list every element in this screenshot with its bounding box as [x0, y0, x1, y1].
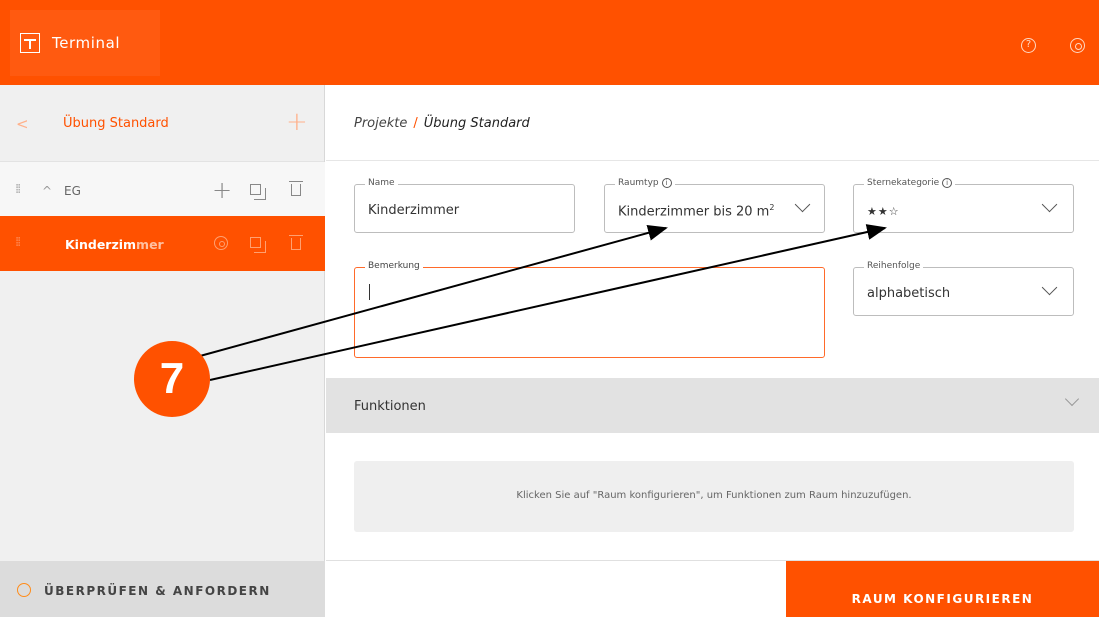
app-logo[interactable]: Terminal: [10, 10, 160, 76]
raumtyp-value: Kinderzimmer bis 20 m2: [618, 203, 774, 219]
breadcrumb-current: Übung Standard: [423, 116, 530, 131]
top-bar: Terminal ?: [0, 0, 1099, 85]
review-request-button[interactable]: ÜBERPRÜFEN & ANFORDERN: [0, 561, 325, 617]
add-floor-icon[interactable]: +: [286, 108, 308, 136]
status-circle-icon: [17, 583, 31, 597]
info-icon[interactable]: i: [942, 178, 953, 188]
functions-empty-hint: Klicken Sie auf "Raum konfigurieren", um…: [354, 461, 1074, 532]
room-label-main: Kinderzim: [65, 237, 137, 252]
divider: [326, 160, 1099, 161]
breadcrumb-root[interactable]: Projekte: [354, 116, 407, 131]
sternekategorie-label: Sternekategorie i: [864, 178, 956, 188]
floor-label: EG: [64, 184, 81, 198]
sidebar-item-room-kinderzimmer[interactable]: ⁞⁞ Kinderzimmer: [0, 216, 325, 271]
chevron-up-icon[interactable]: ^: [42, 184, 52, 198]
functions-title: Funktionen: [354, 399, 426, 414]
raumtyp-select[interactable]: Raumtyp i Kinderzimmer bis 20 m2: [604, 178, 825, 233]
room-label-faded: mer: [136, 237, 164, 252]
back-chevron-icon[interactable]: <: [16, 115, 29, 133]
reihenfolge-label: Reihenfolge: [864, 261, 924, 271]
sidebar-item-floor-eg[interactable]: ⁞⁞ ^ EG +: [0, 162, 325, 218]
name-field-label: Name: [365, 178, 398, 188]
name-field-value[interactable]: Kinderzimmer: [368, 203, 459, 218]
step-number-badge: 7: [134, 341, 210, 417]
reihenfolge-select[interactable]: Reihenfolge alphabetisch: [853, 261, 1074, 316]
functions-accordion[interactable]: Funktionen: [326, 378, 1099, 433]
add-room-icon[interactable]: +: [212, 176, 232, 204]
raumtyp-value-text: Kinderzimmer bis 20 m: [618, 204, 770, 220]
raumtyp-label-text: Raumtyp: [618, 178, 659, 188]
trash-icon[interactable]: [289, 235, 303, 250]
text-cursor: [369, 284, 370, 300]
raumtyp-value-sup: 2: [769, 203, 775, 212]
breadcrumb-separator: /: [413, 116, 418, 131]
raumtyp-label: Raumtyp i: [615, 178, 675, 188]
review-request-label: ÜBERPRÜFEN & ANFORDERN: [44, 584, 271, 598]
configure-room-button[interactable]: RAUM KONFIGURIEREN: [786, 561, 1099, 617]
name-field[interactable]: Name Kinderzimmer: [354, 178, 575, 233]
drag-handle-icon[interactable]: ⁞⁞: [15, 182, 21, 197]
copy-icon[interactable]: [250, 237, 266, 253]
chevron-down-icon[interactable]: [1041, 279, 1058, 296]
info-icon[interactable]: i: [661, 178, 672, 188]
chevron-down-icon[interactable]: [1064, 391, 1080, 407]
breadcrumb: Projekte / Übung Standard: [354, 116, 530, 131]
app-name: Terminal: [52, 34, 121, 52]
chevron-down-icon[interactable]: [1041, 196, 1058, 213]
bemerkung-label: Bemerkung: [365, 261, 423, 271]
settings-icon[interactable]: [1070, 38, 1085, 53]
copy-icon[interactable]: [250, 184, 266, 200]
help-icon[interactable]: ?: [1021, 38, 1036, 53]
sternekategorie-select[interactable]: Sternekategorie i ★★☆: [853, 178, 1074, 233]
sternekategorie-value: ★★☆: [867, 205, 900, 218]
drag-handle-icon[interactable]: ⁞⁞: [15, 235, 21, 250]
sidebar-header: < Übung Standard +: [0, 85, 324, 162]
sidebar-project-name[interactable]: Übung Standard: [63, 116, 169, 131]
trash-icon[interactable]: [289, 181, 303, 196]
room-label: Kinderzimmer: [65, 237, 164, 252]
gear-icon[interactable]: [214, 236, 228, 250]
chevron-down-icon[interactable]: [794, 196, 811, 213]
sternekategorie-label-text: Sternekategorie: [867, 178, 940, 188]
bemerkung-textarea[interactable]: Bemerkung: [354, 261, 825, 358]
functions-hint-text: Klicken Sie auf "Raum konfigurieren", um…: [516, 490, 912, 501]
terminal-logo-icon: [20, 33, 40, 53]
reihenfolge-value: alphabetisch: [867, 286, 951, 301]
